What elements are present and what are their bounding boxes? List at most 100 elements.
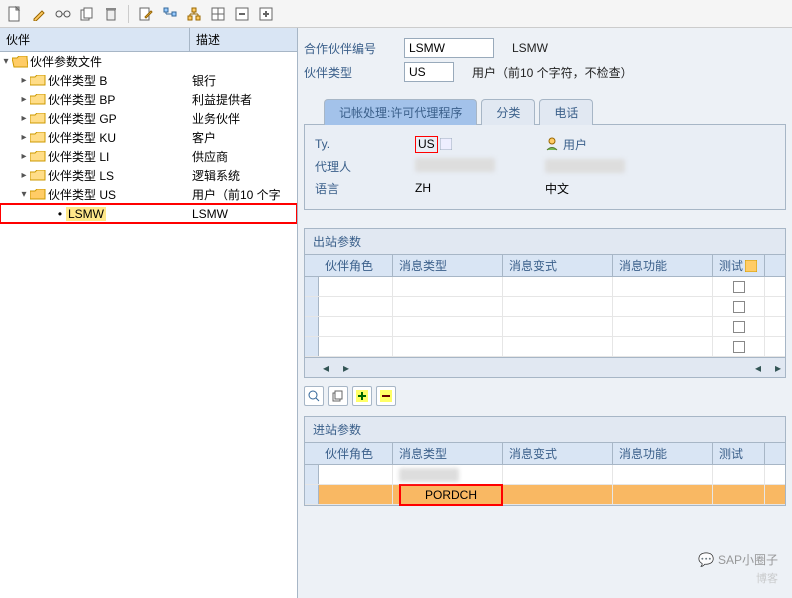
watermark: 💬 SAP小圈子 xyxy=(698,551,778,568)
user-icon xyxy=(545,137,559,151)
partner-type-desc: 用户（前10 个字符，不检查） xyxy=(472,64,633,81)
expander-icon[interactable]: ▾ xyxy=(18,189,30,200)
agent-value-blurred xyxy=(415,158,495,172)
folder-icon xyxy=(30,150,46,164)
ty-label: Ty. xyxy=(315,137,415,151)
tree-node[interactable]: ▸伙伴类型 B银行 xyxy=(0,71,297,90)
expander-icon[interactable]: ▸ xyxy=(18,151,30,162)
hierarchy-icon[interactable] xyxy=(185,5,203,23)
table-row[interactable] xyxy=(305,277,785,297)
table-row-pordch[interactable]: PORDCH xyxy=(305,485,785,505)
tree-header: 伙伴 描述 xyxy=(0,28,297,52)
tree-leaf-label: LSMW xyxy=(66,207,106,221)
lang-label: 语言 xyxy=(315,180,415,197)
expander-icon[interactable]: ▸ xyxy=(18,132,30,143)
tab-content: Ty. US 用户 代理人 语言 ZH 中文 xyxy=(304,125,786,210)
outbound-title: 出站参数 xyxy=(305,229,785,255)
tree-node[interactable]: ▸伙伴类型 LS逻辑系统 xyxy=(0,166,297,185)
blurred-value xyxy=(399,468,459,482)
partner-no-desc: LSMW xyxy=(512,41,548,55)
folder-icon xyxy=(30,169,46,183)
checkbox[interactable] xyxy=(733,301,745,313)
in-col-msgvar[interactable]: 消息变式 xyxy=(503,443,613,464)
tree-header-partner: 伙伴 xyxy=(0,28,190,51)
checkbox[interactable] xyxy=(733,341,745,353)
new-page-icon[interactable] xyxy=(6,5,24,23)
nav-prev-icon[interactable]: ▸ xyxy=(339,361,353,375)
ty-value[interactable]: US xyxy=(415,136,438,153)
tree-root[interactable]: ▾ 伙伴参数文件 xyxy=(0,52,297,71)
pordch-value: PORDCH xyxy=(399,484,503,506)
partner-no-field[interactable]: LSMW xyxy=(404,38,494,58)
outbound-grid: 出站参数 伙伴角色 消息类型 消息变式 消息功能 测试 ◂ ▸ ◂ ▸ xyxy=(304,228,786,378)
in-col-msgfn[interactable]: 消息功能 xyxy=(613,443,713,464)
add-row-icon[interactable] xyxy=(352,386,372,406)
app-toolbar xyxy=(0,0,792,28)
tree-node[interactable]: ▸伙伴类型 GP业务伙伴 xyxy=(0,109,297,128)
agent-label: 代理人 xyxy=(315,158,415,175)
folder-open-icon xyxy=(12,55,28,69)
expander-icon[interactable]: ▸ xyxy=(18,94,30,105)
edit-doc-icon[interactable] xyxy=(137,5,155,23)
tree-header-desc: 描述 xyxy=(190,31,297,48)
glasses-icon[interactable] xyxy=(54,5,72,23)
tree-node[interactable]: ▸伙伴类型 BP利益提供者 xyxy=(0,90,297,109)
folder-icon xyxy=(30,93,46,107)
inbound-title: 进站参数 xyxy=(305,417,785,443)
nav-next-icon[interactable]: ◂ xyxy=(751,361,765,375)
copy-row-icon[interactable] xyxy=(328,386,348,406)
partner-type-field[interactable]: US xyxy=(404,62,454,82)
nav-last-icon[interactable]: ▸ xyxy=(771,361,785,375)
delete-row-icon[interactable] xyxy=(376,386,396,406)
expander-icon[interactable]: ▸ xyxy=(18,113,30,124)
tab-category[interactable]: 分类 xyxy=(481,99,535,125)
out-col-msgvar[interactable]: 消息变式 xyxy=(503,255,613,276)
trash-icon[interactable] xyxy=(102,5,120,23)
in-col-msgtype[interactable]: 消息类型 xyxy=(393,443,503,464)
tree-node[interactable]: ▾伙伴类型 US用户（前10 个字 xyxy=(0,185,297,204)
partner-no-label: 合作伙伴编号 xyxy=(304,40,404,57)
tree-root-label: 伙伴参数文件 xyxy=(30,53,102,70)
config-icon[interactable] xyxy=(745,260,757,272)
grid-icon[interactable] xyxy=(209,5,227,23)
tab-strip: 记帐处理:许可代理程序 分类 电话 xyxy=(304,98,786,125)
expander-icon[interactable]: ▾ xyxy=(0,56,12,67)
tree-node[interactable]: ▸伙伴类型 KU客户 xyxy=(0,128,297,147)
out-col-msgfn[interactable]: 消息功能 xyxy=(613,255,713,276)
user-label: 用户 xyxy=(563,136,603,153)
table-row[interactable] xyxy=(305,317,785,337)
table-row[interactable] xyxy=(305,465,785,485)
nav-first-icon[interactable]: ◂ xyxy=(319,361,333,375)
folder-icon xyxy=(30,74,46,88)
bullet-icon: • xyxy=(54,207,66,221)
tab-phone[interactable]: 电话 xyxy=(539,99,593,125)
tree-leaf-lsmw[interactable]: •LSMW LSMW xyxy=(0,204,297,223)
grid-toolbar xyxy=(304,386,786,406)
tree-node[interactable]: ▸伙伴类型 LI供应商 xyxy=(0,147,297,166)
out-col-role[interactable]: 伙伴角色 xyxy=(319,255,393,276)
checkbox[interactable] xyxy=(733,321,745,333)
pencil-icon[interactable] xyxy=(30,5,48,23)
expand-icon[interactable] xyxy=(257,5,275,23)
collapse-icon[interactable] xyxy=(233,5,251,23)
lang-desc: 中文 xyxy=(545,180,569,197)
out-col-test[interactable]: 测试 xyxy=(713,255,765,276)
in-col-test[interactable]: 测试 xyxy=(713,443,765,464)
detail-icon[interactable] xyxy=(304,386,324,406)
tree-panel: 伙伴 描述 ▾伙伴参数文件 ▸伙伴类型 B银行▸伙伴类型 BP利益提供者▸伙伴类… xyxy=(0,28,298,598)
dropdown-icon[interactable] xyxy=(440,138,452,150)
watermark2: 博客 xyxy=(756,570,778,586)
table-row[interactable] xyxy=(305,297,785,317)
tab-posting[interactable]: 记帐处理:许可代理程序 xyxy=(324,99,477,125)
expander-icon[interactable]: ▸ xyxy=(18,170,30,181)
out-col-msgtype[interactable]: 消息类型 xyxy=(393,255,503,276)
in-col-role[interactable]: 伙伴角色 xyxy=(319,443,393,464)
checkbox[interactable] xyxy=(733,281,745,293)
partner-type-label: 伙伴类型 xyxy=(304,64,404,81)
folder-icon xyxy=(30,131,46,145)
copy-icon[interactable] xyxy=(78,5,96,23)
expander-icon[interactable]: ▸ xyxy=(18,75,30,86)
tree-icon[interactable] xyxy=(161,5,179,23)
inbound-grid: 进站参数 伙伴角色 消息类型 消息变式 消息功能 测试 PORDCH xyxy=(304,416,786,506)
table-row[interactable] xyxy=(305,337,785,357)
